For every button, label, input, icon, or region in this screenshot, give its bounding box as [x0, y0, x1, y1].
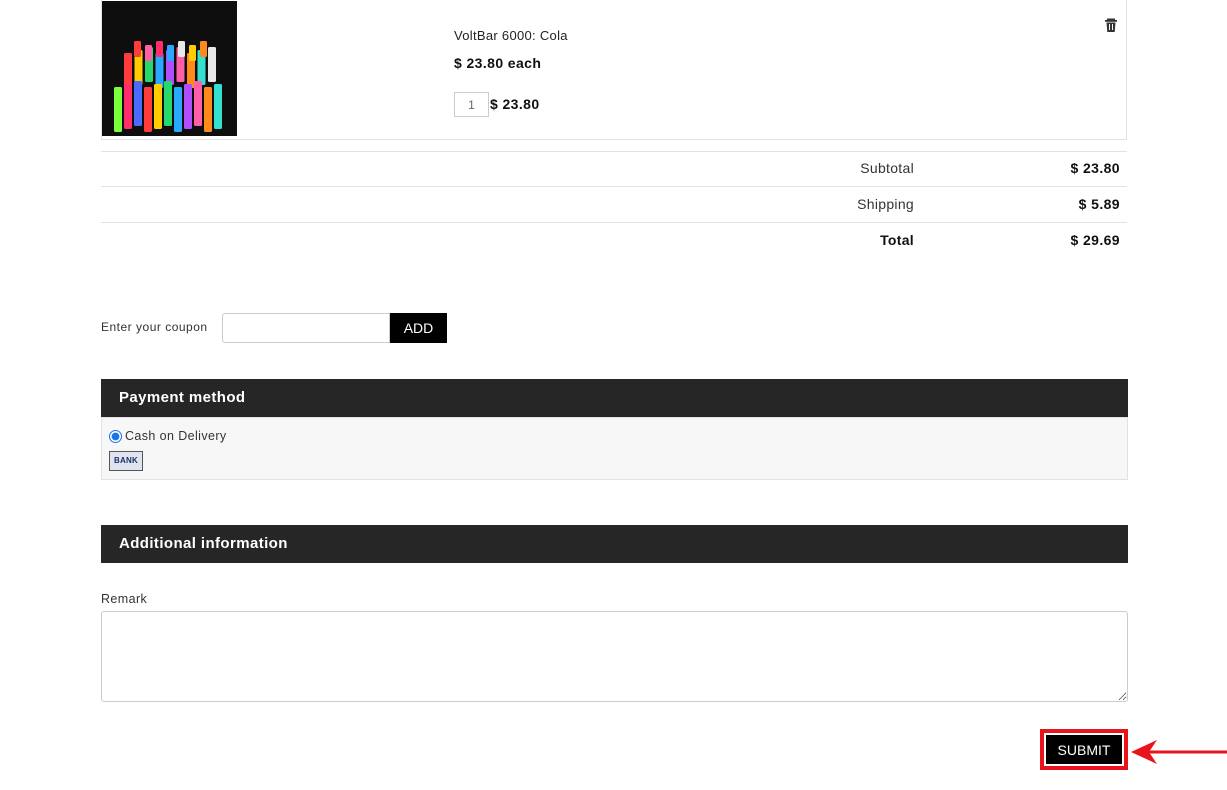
cart-item-row: [101, 0, 1127, 140]
quantity-input[interactable]: [454, 92, 489, 117]
payment-option-cod[interactable]: Cash on Delivery: [109, 429, 227, 443]
submit-highlight: SUBMIT: [1040, 729, 1128, 770]
product-name[interactable]: VoltBar 6000: Cola: [454, 28, 568, 43]
product-pen-shape: [145, 45, 152, 61]
remark-label: Remark: [101, 592, 148, 606]
product-pen-shape: [124, 53, 132, 88]
payment-method-heading: Payment method: [101, 379, 1128, 417]
payment-option-label: Cash on Delivery: [125, 429, 227, 443]
shipping-label: Shipping: [857, 196, 914, 212]
product-pen-shape: [200, 41, 207, 57]
remark-textarea[interactable]: [101, 611, 1128, 702]
product-pen-shape: [178, 41, 185, 57]
product-pen-shape: [167, 45, 174, 61]
submit-button[interactable]: SUBMIT: [1046, 735, 1122, 764]
product-pen-shape: [134, 41, 141, 57]
product-pen-shape: [124, 84, 132, 129]
cod-radio[interactable]: [109, 429, 122, 443]
coupon-label: Enter your coupon: [101, 320, 208, 334]
divider: [101, 151, 1127, 152]
product-unit-price: $ 23.80 each: [454, 55, 542, 71]
product-pen-shape: [114, 87, 122, 132]
product-pen-shape: [154, 84, 162, 129]
product-pen-shape: [156, 41, 163, 57]
shipping-value: $ 5.89: [1078, 196, 1120, 212]
product-pen-shape: [184, 84, 192, 129]
trash-icon[interactable]: [1103, 17, 1119, 33]
product-pen-shape: [208, 47, 216, 82]
subtotal-label: Subtotal: [860, 160, 914, 176]
product-pen-shape: [155, 53, 164, 88]
product-pen-shape: [214, 84, 222, 129]
line-total: $ 23.80: [490, 96, 540, 112]
bank-logo-icon: BANK: [109, 451, 143, 471]
product-pen-shape: [144, 87, 152, 132]
payment-options-panel: [101, 417, 1128, 480]
product-image-graphic: [102, 1, 237, 136]
product-pen-shape: [164, 81, 172, 126]
add-coupon-button[interactable]: ADD: [390, 313, 447, 343]
product-pen-shape: [204, 87, 212, 132]
subtotal-value: $ 23.80: [1070, 160, 1120, 176]
product-image[interactable]: [102, 1, 237, 136]
product-pen-shape: [134, 81, 142, 126]
divider: [101, 186, 1127, 187]
divider: [101, 222, 1127, 223]
additional-info-heading: Additional information: [101, 525, 1128, 563]
total-value: $ 29.69: [1070, 232, 1120, 248]
arrow-left-icon: [1131, 740, 1227, 764]
coupon-input[interactable]: [222, 313, 390, 343]
product-pen-shape: [174, 87, 182, 132]
product-pen-shape: [189, 45, 196, 61]
product-pen-shape: [194, 81, 202, 126]
total-label: Total: [880, 232, 914, 248]
